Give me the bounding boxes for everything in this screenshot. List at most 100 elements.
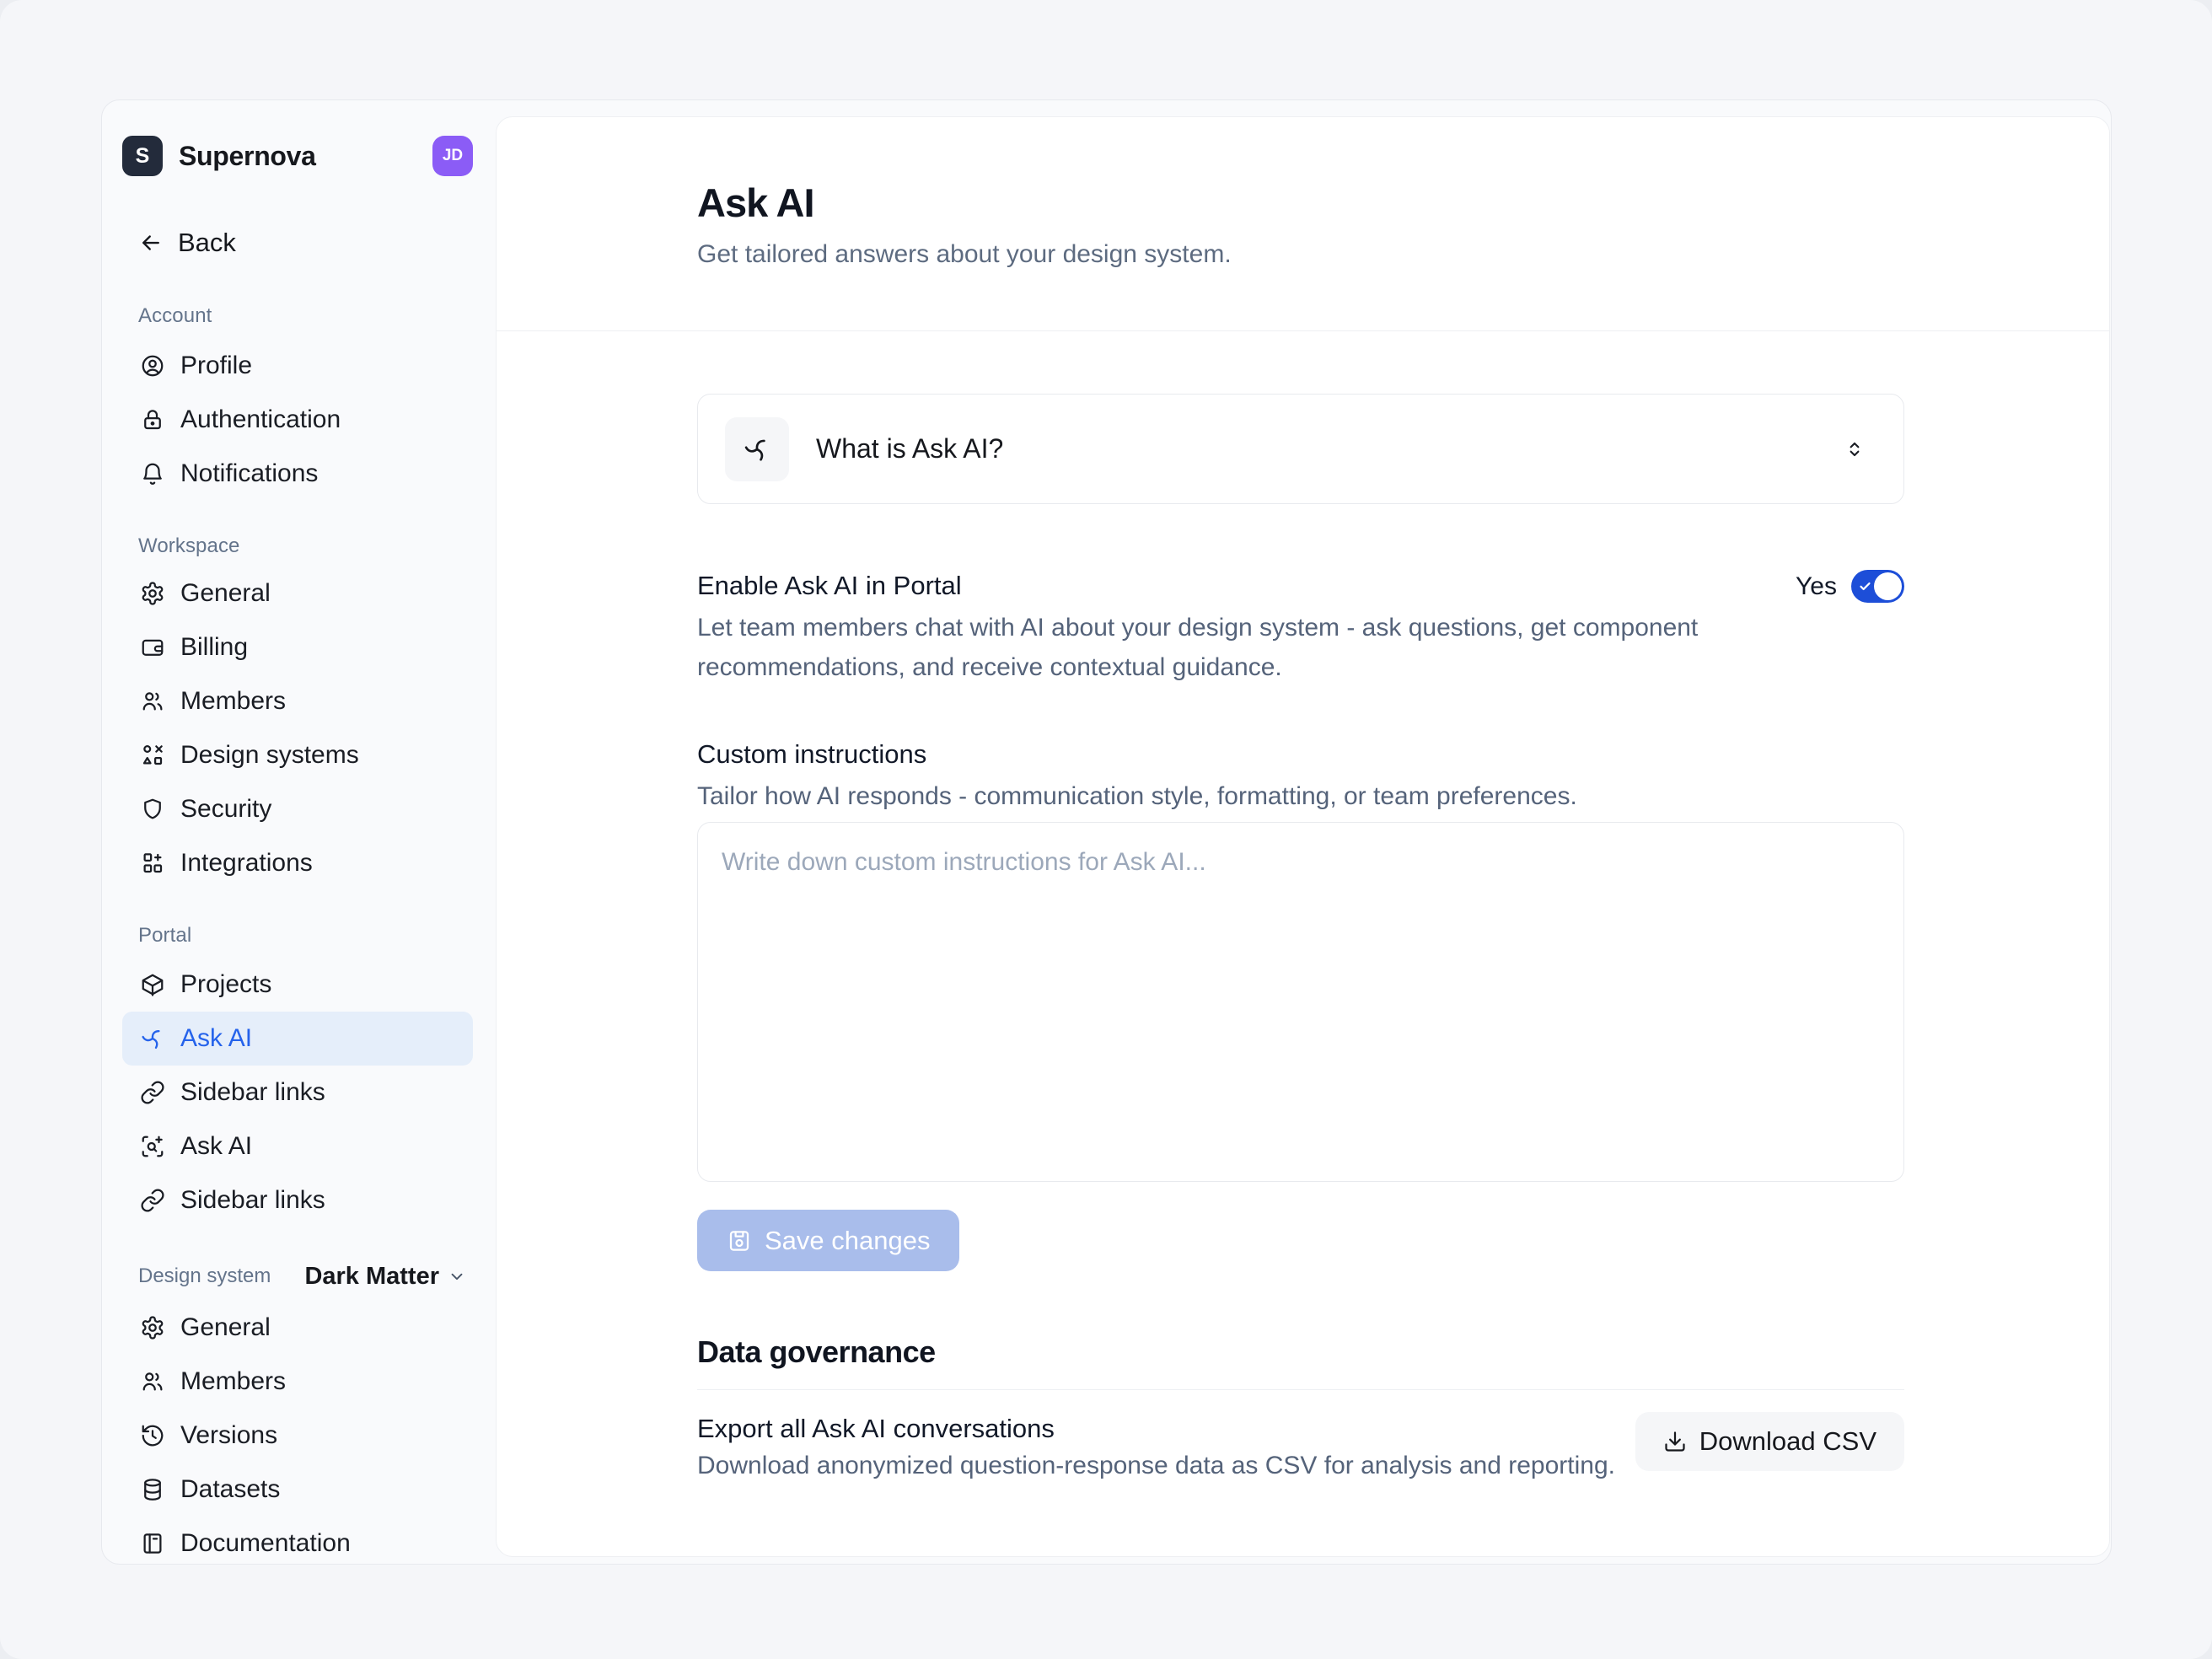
book-icon xyxy=(140,1531,165,1556)
custom-instructions-block: Custom instructions Tailor how AI respon… xyxy=(697,738,1904,1182)
arrow-left-icon xyxy=(138,230,164,255)
toggle-knob xyxy=(1874,572,1902,600)
sidebar-item-label: Datasets xyxy=(180,1475,280,1504)
sidebar-item-security[interactable]: Security xyxy=(122,782,473,836)
chevrons-up-down-icon[interactable] xyxy=(1844,438,1866,460)
ai-swirl-icon xyxy=(743,435,771,464)
sidebar-item-label: Versions xyxy=(180,1421,277,1450)
sidebar-item-notifications[interactable]: Notifications xyxy=(122,447,473,501)
sidebar-item-ds-versions[interactable]: Versions xyxy=(122,1409,473,1463)
sidebar-item-label: Sidebar links xyxy=(180,1186,325,1215)
save-changes-label: Save changes xyxy=(765,1226,930,1256)
link-icon xyxy=(140,1188,165,1213)
section-label-workspace: Workspace xyxy=(122,534,473,558)
sidebar-item-ds-datasets[interactable]: Datasets xyxy=(122,1463,473,1517)
shield-icon xyxy=(140,797,165,822)
sidebar-item-members[interactable]: Members xyxy=(122,674,473,728)
sidebar-item-label: Billing xyxy=(180,633,248,662)
chevron-down-icon xyxy=(448,1267,466,1286)
export-conversations-row: Export all Ask AI conversations Download… xyxy=(697,1412,1904,1482)
back-button[interactable]: Back xyxy=(122,223,473,262)
sidebar-item-ds-documentation[interactable]: Documentation xyxy=(122,1517,473,1564)
enable-ask-ai-description: Let team members chat with AI about your… xyxy=(697,608,1738,687)
sidebar-item-ds-members[interactable]: Members xyxy=(122,1355,473,1409)
export-conversations-text: Export all Ask AI conversations Download… xyxy=(697,1412,1615,1482)
sidebar-item-label: Members xyxy=(180,687,286,716)
user-circle-icon xyxy=(140,353,165,379)
workspace-logo[interactable]: S xyxy=(122,136,163,176)
save-icon xyxy=(727,1228,752,1254)
section-label-portal: Portal xyxy=(122,924,473,948)
sidebar-item-general[interactable]: General xyxy=(122,566,473,620)
sidebar-item-label: Profile xyxy=(180,352,252,380)
sidebar-item-ask-ai-2[interactable]: Ask AI xyxy=(122,1119,473,1173)
page-title: Ask AI xyxy=(697,180,1904,226)
what-is-ask-ai-card[interactable]: What is Ask AI? xyxy=(697,394,1904,504)
workspace-logo-letter: S xyxy=(136,144,150,169)
sidebar-item-label: Integrations xyxy=(180,849,313,878)
database-icon xyxy=(140,1477,165,1502)
history-icon xyxy=(140,1423,165,1448)
enable-toggle-group: Yes xyxy=(1796,569,1904,603)
sidebar-item-label: General xyxy=(180,1313,271,1342)
sidebar-item-label: Members xyxy=(180,1367,286,1396)
sidebar-item-label: Authentication xyxy=(180,405,341,434)
user-avatar[interactable]: JD xyxy=(432,136,473,176)
design-system-selector[interactable]: Dark Matter xyxy=(304,1263,466,1291)
section-label-account: Account xyxy=(122,304,473,328)
sidebar-item-authentication[interactable]: Authentication xyxy=(122,393,473,447)
download-csv-button[interactable]: Download CSV xyxy=(1635,1412,1904,1471)
users-icon xyxy=(140,689,165,714)
gear-icon xyxy=(140,1315,165,1340)
sidebar-item-label: Projects xyxy=(180,970,271,999)
sidebar-item-label: Ask AI xyxy=(180,1024,252,1053)
sidebar-item-ds-general[interactable]: General xyxy=(122,1301,473,1355)
data-governance-title: Data governance xyxy=(697,1334,1904,1371)
main-panel: Ask AI Get tailored answers about your d… xyxy=(496,116,2110,1557)
lock-icon xyxy=(140,407,165,432)
save-changes-button[interactable]: Save changes xyxy=(697,1210,959,1271)
section-label-design-system: Design system xyxy=(138,1264,271,1288)
sidebar-item-sidebar-links-2[interactable]: Sidebar links xyxy=(122,1173,473,1227)
sidebar-item-projects[interactable]: Projects xyxy=(122,958,473,1012)
sidebar-item-profile[interactable]: Profile xyxy=(122,339,473,393)
export-conversations-title: Export all Ask AI conversations xyxy=(697,1412,1615,1446)
section-divider xyxy=(697,1389,1904,1390)
user-initials: JD xyxy=(443,147,463,165)
custom-instructions-input[interactable] xyxy=(697,822,1904,1182)
back-label: Back xyxy=(178,228,236,258)
sidebar-item-billing[interactable]: Billing xyxy=(122,620,473,674)
sidebar-item-design-systems[interactable]: Design systems xyxy=(122,728,473,782)
sidebar-item-label: General xyxy=(180,579,271,608)
sidebar-item-label: Security xyxy=(180,795,271,824)
sidebar: S Supernova JD Back Account Profile xyxy=(102,100,496,1564)
ai-swirl-tile xyxy=(725,417,789,481)
settings-content: What is Ask AI? Enable Ask AI in Portal … xyxy=(497,394,2109,1482)
check-icon xyxy=(1859,580,1871,593)
enable-ask-ai-row: Enable Ask AI in Portal Let team members… xyxy=(697,569,1904,687)
sidebar-item-label: Ask AI xyxy=(180,1132,252,1161)
enable-ask-ai-toggle[interactable] xyxy=(1851,570,1904,603)
link-icon xyxy=(140,1080,165,1105)
sidebar-item-label: Documentation xyxy=(180,1529,351,1558)
sidebar-item-ask-ai[interactable]: Ask AI xyxy=(122,1012,473,1066)
enable-ask-ai-title: Enable Ask AI in Portal xyxy=(697,569,1738,603)
download-icon xyxy=(1663,1430,1687,1453)
workspace-name: Supernova xyxy=(179,141,316,172)
scan-search-icon xyxy=(140,1134,165,1159)
toggle-state-label: Yes xyxy=(1796,572,1837,601)
custom-instructions-title: Custom instructions xyxy=(697,738,1904,771)
sidebar-item-label: Design systems xyxy=(180,741,359,770)
sidebar-item-integrations[interactable]: Integrations xyxy=(122,836,473,890)
box-icon xyxy=(140,972,165,997)
custom-instructions-description: Tailor how AI responds - communication s… xyxy=(697,776,1738,816)
blocks-plus-icon xyxy=(140,851,165,876)
ai-swirl-icon xyxy=(140,1026,165,1051)
wallet-icon xyxy=(140,635,165,660)
sidebar-item-sidebar-links[interactable]: Sidebar links xyxy=(122,1066,473,1119)
settings-window: S Supernova JD Back Account Profile xyxy=(101,99,2112,1565)
design-system-selected-value: Dark Matter xyxy=(304,1263,439,1291)
enable-ask-ai-text: Enable Ask AI in Portal Let team members… xyxy=(697,569,1738,687)
page-subtitle: Get tailored answers about your design s… xyxy=(697,239,1904,271)
page-header: Ask AI Get tailored answers about your d… xyxy=(497,117,2109,331)
